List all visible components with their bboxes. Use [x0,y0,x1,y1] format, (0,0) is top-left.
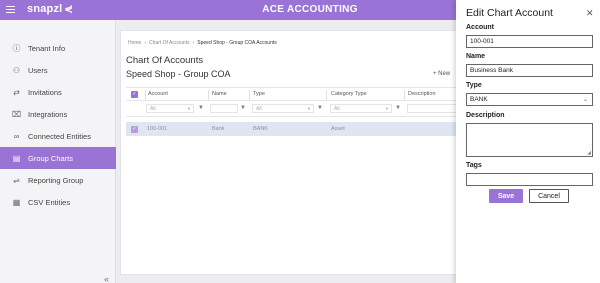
main-content: Home › Chart Of Accounts › Speed Shop - Grou… [120,30,461,275]
sidebar-item-csv-entities[interactable]: ▦ CSV Entities [0,191,116,213]
filter-icon[interactable]: ▼ [240,105,246,111]
integrations-icon: ⌧ [11,109,22,119]
cell-type: BANK [253,126,268,132]
app-title: ACE ACCOUNTING [262,4,358,15]
account-label: Account [466,24,494,31]
name-field[interactable]: Business Bank [466,64,593,77]
filter-value: All [256,105,262,112]
filter-icon[interactable]: ▼ [198,105,204,111]
edit-chart-account-panel: Edit Chart Account ✕ Account 100-001 Nam… [456,0,600,283]
breadcrumb-separator-icon: › [192,40,195,46]
tags-field[interactable] [466,173,593,186]
sidebar-item-label: Invitations [28,87,62,97]
description-label: Description [466,112,505,119]
logo-mark-icon: ⋞ [64,4,74,15]
sidebar-item-label: Reporting Group [28,175,84,185]
sidebar-item-reporting-group[interactable]: ⇌ Reporting Group [0,169,116,191]
type-filter-select[interactable]: All ▼ [252,104,314,113]
hamburger-menu-icon[interactable] [6,6,15,14]
save-button[interactable]: Save [489,189,523,203]
breadcrumb-home[interactable]: Home [128,40,141,46]
filter-value: All [150,105,156,112]
close-icon[interactable]: ✕ [586,8,594,19]
account-filter-select[interactable]: All ▼ [146,104,194,113]
new-button[interactable]: + New [433,71,450,77]
sidebar-item-label: CSV Entities [28,197,71,207]
type-value: BANK [470,96,488,103]
breadcrumb-separator-icon: › [144,40,147,46]
sidebar-item-label: Group Charts [28,153,74,163]
resize-handle-icon[interactable]: ◢ [587,150,591,156]
account-field[interactable]: 100-001 [466,35,593,48]
column-divider [208,90,209,100]
sidebar-item-label: Users [28,65,48,75]
filter-icon[interactable]: ▼ [395,105,401,111]
chevron-down-icon: ▼ [307,106,311,111]
page-subtitle: Speed Shop - Group COA [126,69,231,79]
cell-category: Asset [331,126,345,132]
column-divider [326,90,327,100]
grid-header: ✓ Account Name Type Category Type Descri… [126,87,461,101]
description-filter-input[interactable] [407,104,459,113]
chevron-down-icon: ▼ [385,106,389,111]
column-header-account[interactable]: Account [148,88,168,100]
name-label: Name [466,53,486,60]
cancel-button[interactable]: Cancel [529,189,569,203]
sidebar-item-connected-entities[interactable]: ∞ Connected Entities [0,125,116,147]
column-divider [404,90,405,100]
column-header-type[interactable]: Type [253,88,265,100]
sidebar-item-integrations[interactable]: ⌧ Integrations [0,103,116,125]
table-row[interactable]: ✓ 100-001 Bank BANK Asset [126,122,461,136]
checkmark-icon: ✓ [131,90,138,98]
logo[interactable]: snapzl ⋞ [27,3,73,15]
link-icon: ∞ [13,131,20,141]
logo-text: snapzl [27,3,63,15]
checkmark-icon: ✓ [131,125,138,133]
category-filter-select[interactable]: All ▼ [330,104,392,113]
filter-icon[interactable]: ▼ [317,105,323,111]
info-icon: ⓘ [12,43,21,53]
sidebar-item-users[interactable]: ⚇ Users [0,59,116,81]
page-title: Chart Of Accounts [126,55,204,66]
sidebar-item-invitations[interactable]: ⇄ Invitations [0,81,116,103]
breadcrumb: Home › Chart Of Accounts › Speed Shop - Grou… [128,40,277,46]
sidebar-item-label: Connected Entities [28,131,91,141]
sidebar-item-label: Integrations [28,109,68,119]
name-value: Business Bank [470,67,513,74]
type-select[interactable]: BANK ⌄ [466,93,593,106]
filter-value: All [334,105,340,112]
column-header-description[interactable]: Description [408,88,436,100]
sidebar-item-group-charts[interactable]: ▤ Group Charts [0,147,116,169]
panel-title: Edit Chart Account [466,7,553,19]
cell-account: 100-001 [147,126,168,132]
reporting-icon: ⇌ [13,175,20,185]
name-filter-input[interactable] [210,104,238,113]
sidebar-item-tenant-info[interactable]: ⓘ Tenant Info [0,37,116,59]
description-textarea[interactable]: ◢ [466,123,593,157]
cell-name: Bank [212,126,225,132]
account-value: 100-001 [470,38,494,45]
collapse-sidebar-icon[interactable]: « [104,274,109,283]
type-label: Type [466,82,482,89]
invitations-icon: ⇄ [13,87,20,97]
sidebar-item-label: Tenant Info [28,43,66,53]
column-divider [249,90,250,100]
users-icon: ⚇ [12,65,21,75]
csv-icon: ▦ [12,197,21,207]
chevron-down-icon: ⌄ [582,97,588,103]
column-header-name[interactable]: Name [212,88,227,100]
breadcrumb-chart-of-accounts[interactable]: Chart Of Accounts [149,40,190,46]
chevron-down-icon: ▼ [187,106,191,111]
breadcrumb-current: Speed Shop - Group COA Accounts [197,40,277,46]
tags-label: Tags [466,162,482,169]
sidebar: ⓘ Tenant Info ⚇ Users ⇄ Invitations ⌧ In… [0,20,116,283]
grid-filter-row: All ▼ ▼ ▼ All ▼ ▼ All ▼ ▼ [126,101,461,117]
chart-list-icon: ▤ [12,153,21,163]
column-header-category-type[interactable]: Category Type [331,88,367,100]
select-all-checkbox[interactable]: ✓ [131,88,138,100]
column-divider [145,90,146,100]
row-checkbox[interactable]: ✓ [131,122,138,136]
